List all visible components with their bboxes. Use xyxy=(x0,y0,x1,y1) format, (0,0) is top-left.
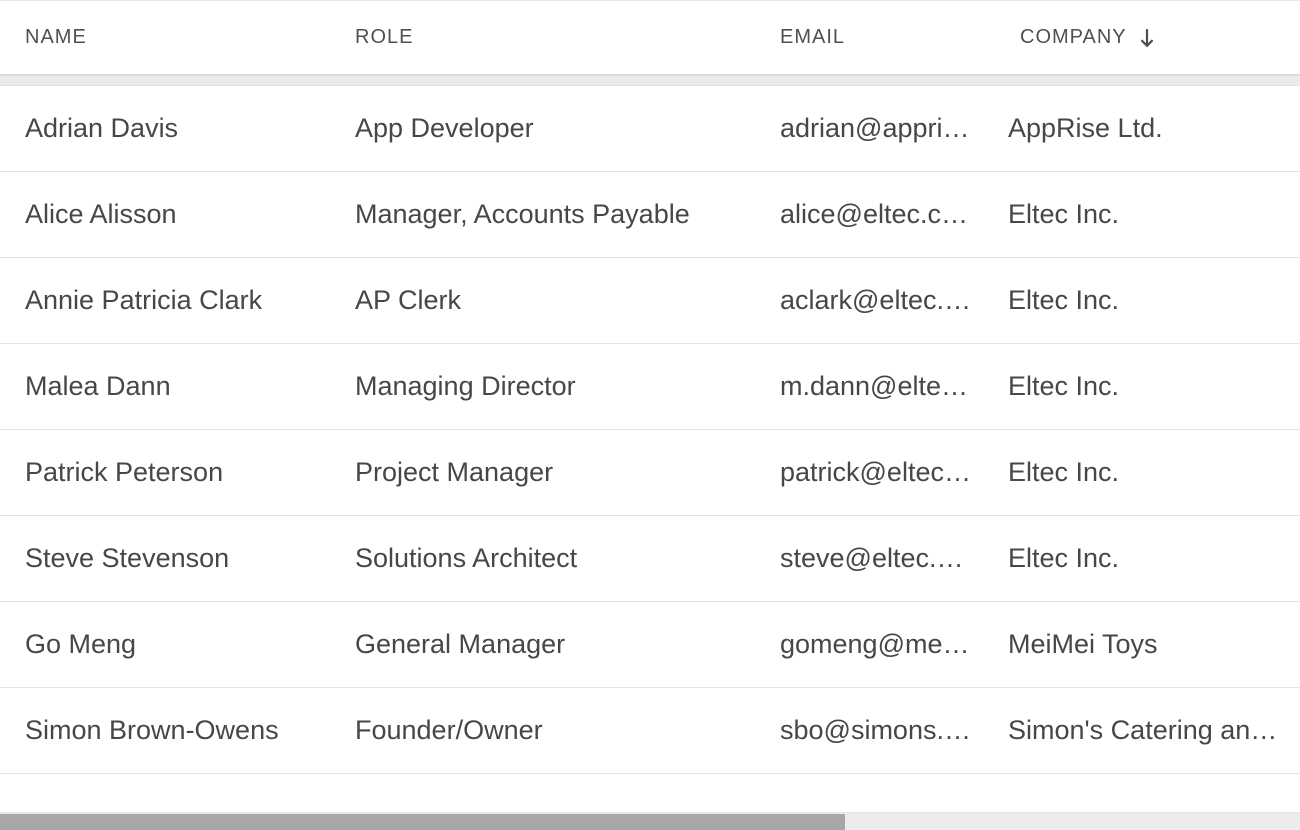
column-header-label: Role xyxy=(355,26,413,49)
cell-email: aclark@eltec.com xyxy=(755,285,983,316)
column-header-name[interactable]: Name xyxy=(0,26,330,49)
cell-name: Simon Brown-Owens xyxy=(0,715,330,746)
cell-name: Steve Stevenson xyxy=(0,543,330,574)
table-row[interactable]: Steve Stevenson Solutions Architect stev… xyxy=(0,516,1300,602)
cell-role: Project Manager xyxy=(330,457,755,488)
table-row[interactable]: Malea Dann Managing Director m.dann@elte… xyxy=(0,344,1300,430)
cell-email: sbo@simons.example xyxy=(755,715,983,746)
cell-name: Annie Patricia Clark xyxy=(0,285,330,316)
cell-role: App Developer xyxy=(330,113,755,144)
column-header-label: Company xyxy=(1020,26,1127,49)
cell-role: Founder/Owner xyxy=(330,715,755,746)
cell-role: General Manager xyxy=(330,629,755,660)
sort-arrow-down-icon xyxy=(1139,28,1155,48)
cell-email: gomeng@meitoys.example xyxy=(755,629,983,660)
cell-email: steve@eltec.com xyxy=(755,543,983,574)
cell-company: MeiMei Toys xyxy=(983,629,1300,660)
cell-email: alice@eltec.com xyxy=(755,199,983,230)
table-header-row: Name Role Email Company xyxy=(0,1,1300,76)
cell-name: Go Meng xyxy=(0,629,330,660)
header-separator xyxy=(0,76,1300,86)
contacts-table: Name Role Email Company Adrian Davis App… xyxy=(0,0,1300,830)
column-header-role[interactable]: Role xyxy=(330,26,755,49)
cell-role: Managing Director xyxy=(330,371,755,402)
cell-company: Simon's Catering and Co. xyxy=(983,715,1300,746)
cell-email: patrick@eltec.com xyxy=(755,457,983,488)
cell-email: adrian@apprise.example xyxy=(755,113,983,144)
cell-name: Malea Dann xyxy=(0,371,330,402)
table-row[interactable]: Alice Alisson Manager, Accounts Payable … xyxy=(0,172,1300,258)
table-row[interactable]: Annie Patricia Clark AP Clerk aclark@elt… xyxy=(0,258,1300,344)
horizontal-scrollbar-thumb[interactable] xyxy=(0,814,845,830)
cell-name: Alice Alisson xyxy=(0,199,330,230)
table-row[interactable]: Patrick Peterson Project Manager patrick… xyxy=(0,430,1300,516)
cell-email: m.dann@eltec.com xyxy=(755,371,983,402)
column-header-email[interactable]: Email xyxy=(755,26,995,49)
cell-role: Solutions Architect xyxy=(330,543,755,574)
table-row[interactable]: Adrian Davis App Developer adrian@appris… xyxy=(0,86,1300,172)
table-row[interactable]: Go Meng General Manager gomeng@meitoys.e… xyxy=(0,602,1300,688)
cell-company: Eltec Inc. xyxy=(983,199,1300,230)
cell-name: Adrian Davis xyxy=(0,113,330,144)
horizontal-scrollbar-track[interactable] xyxy=(0,812,1300,830)
cell-company: AppRise Ltd. xyxy=(983,113,1300,144)
column-header-company[interactable]: Company xyxy=(995,26,1300,49)
cell-company: Eltec Inc. xyxy=(983,457,1300,488)
cell-name: Patrick Peterson xyxy=(0,457,330,488)
table-body: Adrian Davis App Developer adrian@appris… xyxy=(0,86,1300,812)
column-header-label: Email xyxy=(780,26,845,49)
cell-role: AP Clerk xyxy=(330,285,755,316)
cell-company: Eltec Inc. xyxy=(983,285,1300,316)
column-header-label: Name xyxy=(25,26,87,49)
cell-company: Eltec Inc. xyxy=(983,371,1300,402)
table-row[interactable]: Simon Brown-Owens Founder/Owner sbo@simo… xyxy=(0,688,1300,774)
cell-role: Manager, Accounts Payable xyxy=(330,199,755,230)
cell-company: Eltec Inc. xyxy=(983,543,1300,574)
